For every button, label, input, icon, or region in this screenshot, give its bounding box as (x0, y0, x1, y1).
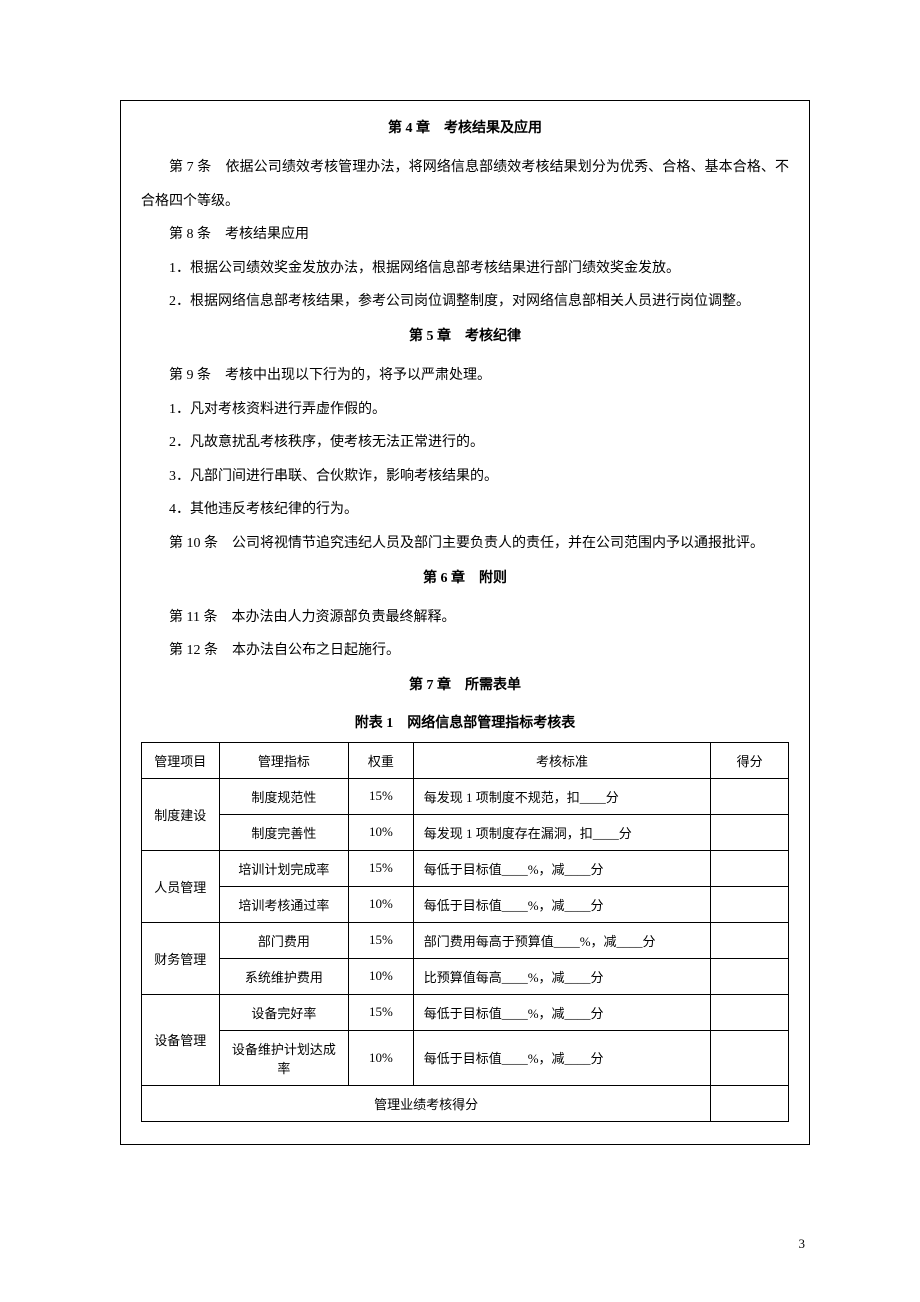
table-row: 制度完善性10%每发现 1 项制度存在漏洞，扣____分 (142, 814, 789, 850)
cell-standard: 每发现 1 项制度存在漏洞，扣____分 (413, 814, 711, 850)
cell-weight: 15% (349, 850, 414, 886)
article-10: 第 10 条 公司将视情节追究违纪人员及部门主要负责人的责任，并在公司范围内予以… (141, 527, 789, 561)
col-header-item: 管理项目 (142, 742, 220, 778)
cell-standard: 每低于目标值____%，减____分 (413, 850, 711, 886)
article-9-item-3: 3．凡部门间进行串联、合伙欺诈，影响考核结果的。 (141, 460, 789, 494)
cell-metric: 制度规范性 (219, 778, 348, 814)
content-frame: 第 4 章 考核结果及应用 第 7 条 依据公司绩效考核管理办法，将网络信息部绩… (120, 100, 810, 1145)
page-number: 3 (799, 1236, 806, 1252)
cell-score (711, 778, 789, 814)
cell-item: 人员管理 (142, 850, 220, 922)
cell-standard: 每低于目标值____%，减____分 (413, 886, 711, 922)
article-8-item-1: 1．根据公司绩效奖金发放办法，根据网络信息部考核结果进行部门绩效奖金发放。 (141, 252, 789, 286)
table-footer-row: 管理业绩考核得分 (142, 1085, 789, 1121)
table-row: 系统维护费用10%比预算值每高____%，减____分 (142, 958, 789, 994)
cell-standard: 每低于目标值____%，减____分 (413, 1030, 711, 1085)
cell-item: 制度建设 (142, 778, 220, 850)
article-8-item-2: 2．根据网络信息部考核结果，参考公司岗位调整制度，对网络信息部相关人员进行岗位调… (141, 285, 789, 319)
table-row: 人员管理培训计划完成率15%每低于目标值____%，减____分 (142, 850, 789, 886)
cell-score (711, 850, 789, 886)
cell-score (711, 886, 789, 922)
cell-score (711, 958, 789, 994)
cell-metric: 系统维护费用 (219, 958, 348, 994)
cell-standard: 部门费用每高于预算值____%，减____分 (413, 922, 711, 958)
cell-score (711, 814, 789, 850)
chapter-4-title: 第 4 章 考核结果及应用 (141, 117, 789, 137)
article-9-item-2: 2．凡故意扰乱考核秩序，使考核无法正常进行的。 (141, 426, 789, 460)
footer-label: 管理业绩考核得分 (142, 1085, 711, 1121)
article-7: 第 7 条 依据公司绩效考核管理办法，将网络信息部绩效考核结果划分为优秀、合格、… (141, 151, 789, 218)
footer-value (711, 1085, 789, 1121)
table-row: 设备维护计划达成率10%每低于目标值____%，减____分 (142, 1030, 789, 1085)
cell-weight: 10% (349, 1030, 414, 1085)
article-9-item-1: 1．凡对考核资料进行弄虚作假的。 (141, 393, 789, 427)
article-11: 第 11 条 本办法由人力资源部负责最终解释。 (141, 601, 789, 635)
cell-item: 设备管理 (142, 994, 220, 1085)
attachment-1-title: 附表 1 网络信息部管理指标考核表 (141, 712, 789, 732)
cell-metric: 设备完好率 (219, 994, 348, 1030)
cell-weight: 10% (349, 886, 414, 922)
col-header-weight: 权重 (349, 742, 414, 778)
col-header-standard: 考核标准 (413, 742, 711, 778)
cell-score (711, 994, 789, 1030)
cell-metric: 设备维护计划达成率 (219, 1030, 348, 1085)
chapter-6-title: 第 6 章 附则 (141, 567, 789, 587)
col-header-score: 得分 (711, 742, 789, 778)
page: 第 4 章 考核结果及应用 第 7 条 依据公司绩效考核管理办法，将网络信息部绩… (0, 0, 920, 1302)
cell-item: 财务管理 (142, 922, 220, 994)
cell-weight: 10% (349, 814, 414, 850)
article-12: 第 12 条 本办法自公布之日起施行。 (141, 634, 789, 668)
cell-standard: 比预算值每高____%，减____分 (413, 958, 711, 994)
cell-standard: 每低于目标值____%，减____分 (413, 994, 711, 1030)
cell-metric: 制度完善性 (219, 814, 348, 850)
assessment-table: 管理项目 管理指标 权重 考核标准 得分 制度建设制度规范性15%每发现 1 项… (141, 742, 789, 1122)
table-row: 设备管理设备完好率15%每低于目标值____%，减____分 (142, 994, 789, 1030)
cell-weight: 15% (349, 778, 414, 814)
cell-metric: 部门费用 (219, 922, 348, 958)
cell-standard: 每发现 1 项制度不规范，扣____分 (413, 778, 711, 814)
table-row: 制度建设制度规范性15%每发现 1 项制度不规范，扣____分 (142, 778, 789, 814)
chapter-7-title: 第 7 章 所需表单 (141, 674, 789, 694)
article-9-item-4: 4．其他违反考核纪律的行为。 (141, 493, 789, 527)
cell-weight: 15% (349, 994, 414, 1030)
cell-weight: 15% (349, 922, 414, 958)
article-8: 第 8 条 考核结果应用 (141, 218, 789, 252)
cell-weight: 10% (349, 958, 414, 994)
cell-score (711, 1030, 789, 1085)
cell-metric: 培训计划完成率 (219, 850, 348, 886)
chapter-5-title: 第 5 章 考核纪律 (141, 325, 789, 345)
table-row: 培训考核通过率10%每低于目标值____%，减____分 (142, 886, 789, 922)
table-row: 财务管理部门费用15%部门费用每高于预算值____%，减____分 (142, 922, 789, 958)
cell-score (711, 922, 789, 958)
col-header-metric: 管理指标 (219, 742, 348, 778)
cell-metric: 培训考核通过率 (219, 886, 348, 922)
table-header-row: 管理项目 管理指标 权重 考核标准 得分 (142, 742, 789, 778)
article-9: 第 9 条 考核中出现以下行为的，将予以严肃处理。 (141, 359, 789, 393)
